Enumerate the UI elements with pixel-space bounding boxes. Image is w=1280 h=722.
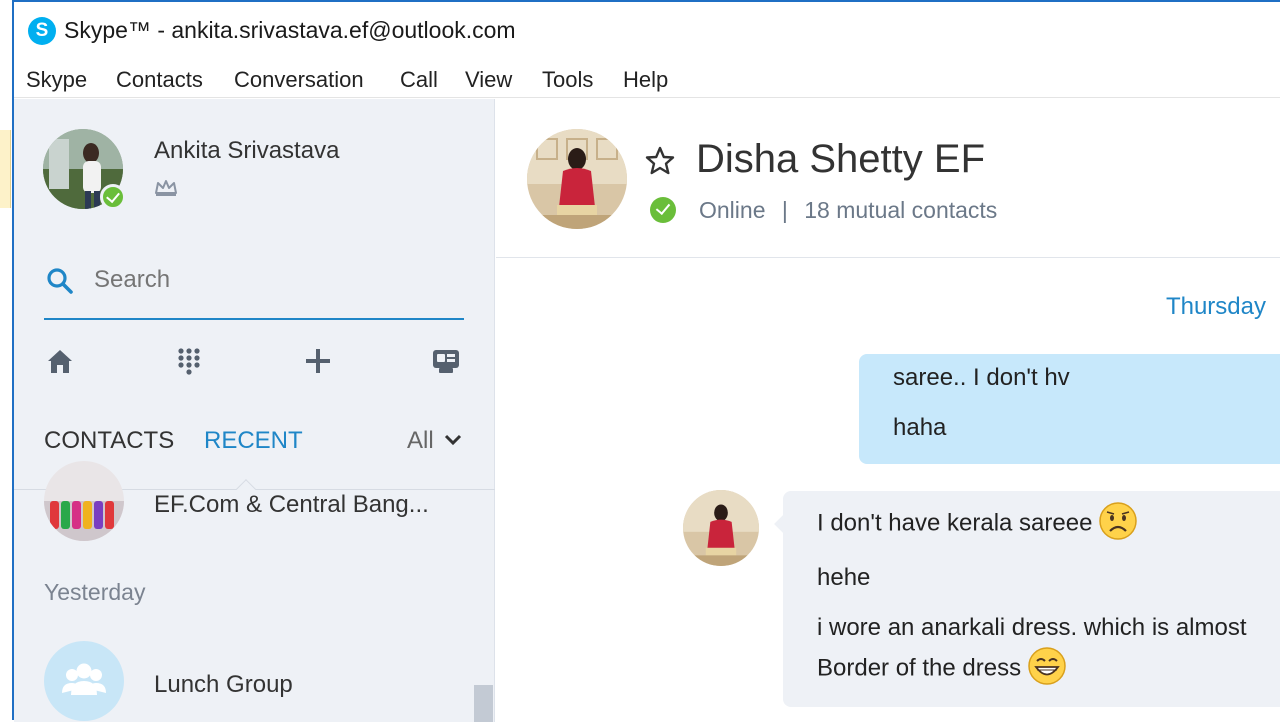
search-underline [44,318,464,320]
incoming-message-text: Border of the dress [817,654,1022,682]
incoming-message-text: I don't have kerala sareee [817,509,1093,537]
outgoing-message: haha [893,414,947,441]
peer-avatar[interactable] [527,129,627,229]
tab-recent[interactable]: RECENT [204,427,303,455]
favorite-star-icon[interactable] [644,145,676,177]
dialpad-icon[interactable] [173,345,205,377]
sidebar-scrollbar[interactable] [474,685,493,722]
skype-window: S Skype™ - ankita.srivastava.ef@outlook.… [12,0,1280,722]
grin-emoji-icon [1028,647,1066,685]
group-avatar[interactable] [44,461,124,541]
search-input[interactable] [94,262,454,298]
background-notification-strip [0,130,11,208]
crown-icon [155,180,177,196]
tab-contacts[interactable]: CONTACTS [44,427,174,455]
online-status-icon [650,197,676,223]
peer-status-line: Online | 18 mutual contacts [699,197,997,224]
conversation-panel: Disha Shetty EF Online | 18 mutual conta… [496,99,1280,722]
menu-contacts[interactable]: Contacts [116,67,203,93]
menu-conversation[interactable]: Conversation [234,67,364,93]
incoming-message: hehe [817,564,871,591]
menu-tools[interactable]: Tools [542,67,593,93]
background-window-edge [0,0,12,720]
filter-dropdown[interactable]: All [407,427,434,455]
conversation-title: Disha Shetty EF [696,137,986,181]
day-separator: Thursday [1165,293,1266,320]
online-status-icon [100,184,126,210]
menu-call[interactable]: Call [400,67,438,93]
status-separator: | [781,197,788,223]
header-divider [496,257,1280,258]
sad-emoji-icon [1099,502,1138,540]
outgoing-message: saree.. I don't hv [893,364,1070,391]
skype-logo-icon: S [28,17,56,45]
recent-item-name[interactable]: Lunch Group [154,671,293,699]
window-title: Skype™ - ankita.srivastava.ef@outlook.co… [64,17,516,43]
title-bar: S Skype™ - ankita.srivastava.ef@outlook.… [14,2,1280,60]
chevron-down-icon[interactable] [444,433,462,447]
section-label-yesterday: Yesterday [44,579,146,605]
group-icon [62,663,106,695]
sidebar: Ankita Srivastava Search CONTACTS RECENT… [14,99,495,722]
search-icon [47,268,73,294]
peer-status-text: Online [699,197,766,223]
home-icon[interactable] [44,345,76,377]
contact-card-icon[interactable] [430,345,462,377]
add-icon[interactable] [302,345,334,377]
incoming-message: I don't have kerala sareee [817,502,1138,544]
menu-view[interactable]: View [465,67,512,93]
menu-bar: Skype Contacts Conversation Call View To… [14,64,1280,98]
recent-item-name[interactable]: EF.Com & Central Bang... [154,491,429,519]
mutual-contacts-link[interactable]: 18 mutual contacts [804,197,997,223]
incoming-message: i wore an anarkali dress. which is almos… [817,614,1247,641]
my-display-name[interactable]: Ankita Srivastava [154,137,339,165]
menu-skype[interactable]: Skype [26,67,87,93]
incoming-message: Border of the dress [817,647,1067,689]
message-sender-avatar[interactable] [683,490,759,566]
menu-help[interactable]: Help [623,67,668,93]
lunch-group-avatar[interactable] [44,641,124,721]
